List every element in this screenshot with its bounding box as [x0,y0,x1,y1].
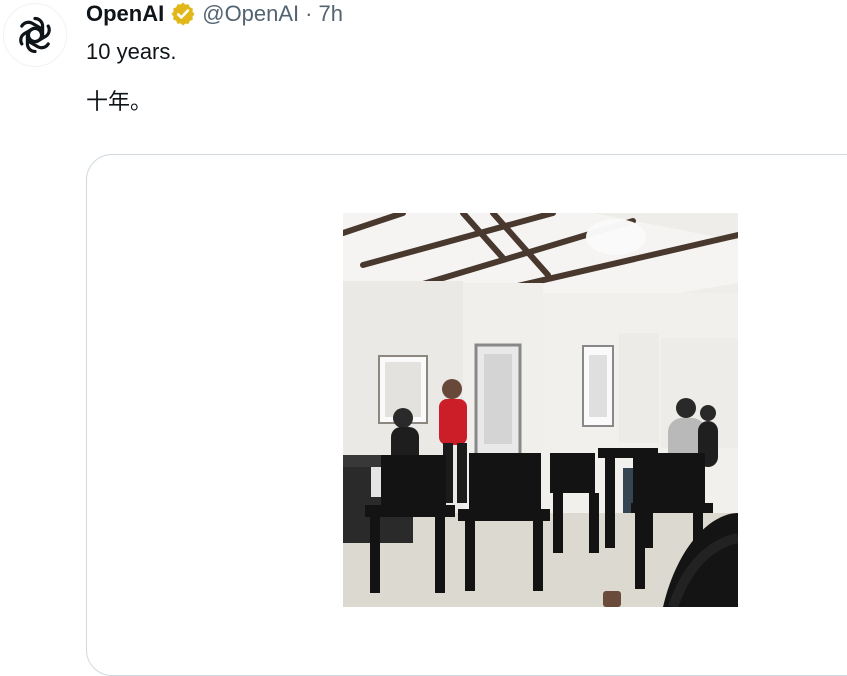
media-card[interactable] [86,154,847,676]
post-timestamp[interactable]: 7h [319,1,343,27]
author-name[interactable]: OpenAI [86,1,164,27]
post-photo[interactable] [343,213,738,607]
author-handle[interactable]: @OpenAI [202,1,299,27]
openai-logo-icon [11,11,59,59]
meta-separator: · [305,1,313,26]
post-text-line: 10 years. [86,39,177,64]
verified-badge-icon[interactable] [170,1,196,27]
avatar[interactable] [3,3,67,67]
post-header: OpenAI @OpenAI · 7h [86,0,343,28]
post-text-line: 十年。 [86,89,153,114]
